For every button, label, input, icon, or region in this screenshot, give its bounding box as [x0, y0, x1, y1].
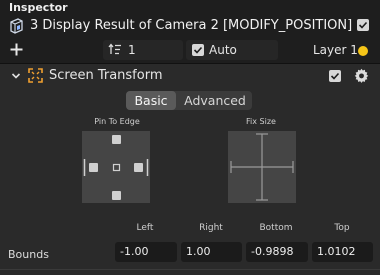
- toolbar: 1 Auto Layer 1: [0, 38, 380, 62]
- check-icon: [358, 21, 368, 29]
- node-name: 3 Display Result of Camera 2 [MODIFY_POS…: [30, 18, 353, 33]
- bounds-label: Bounds: [8, 248, 49, 261]
- pin-bottom-handle[interactable]: [112, 191, 121, 200]
- screen-transform-icon: [28, 68, 43, 83]
- bounds-right-header: Right: [199, 223, 223, 233]
- tab-basic[interactable]: Basic: [126, 91, 176, 110]
- bounds-left-input[interactable]: -1.00: [115, 242, 177, 262]
- check-icon: [330, 72, 340, 80]
- bounds-bottom-input[interactable]: -0.9898: [246, 242, 308, 262]
- node-enabled-checkbox[interactable]: [357, 19, 369, 31]
- pin-to-edge-label: Pin To Edge: [94, 117, 140, 126]
- layer-label[interactable]: Layer 1: [313, 43, 358, 57]
- bounds-top-input[interactable]: 1.0102: [312, 242, 373, 262]
- screen-transform-section: Screen Transform Basic Advanced Pin To E…: [0, 64, 380, 275]
- bounds-top-header: Top: [334, 223, 350, 233]
- section-title: Screen Transform: [49, 68, 163, 83]
- divider: [0, 269, 380, 270]
- section-enabled-checkbox[interactable]: [329, 70, 341, 82]
- pin-to-edge-widget[interactable]: [82, 131, 150, 203]
- tab-advanced[interactable]: Advanced: [178, 91, 252, 110]
- auto-label: Auto: [209, 43, 237, 57]
- panel-title: Inspector: [9, 1, 68, 14]
- render-order-field[interactable]: 1: [103, 40, 183, 60]
- auto-toggle[interactable]: Auto: [186, 40, 278, 60]
- auto-checkbox[interactable]: [192, 44, 204, 56]
- pin-center-handle[interactable]: [112, 163, 121, 172]
- fix-size-widget[interactable]: [228, 131, 296, 203]
- object-icon: [9, 17, 24, 34]
- layer-color-indicator[interactable]: [358, 46, 368, 56]
- check-icon: [193, 46, 203, 54]
- sort-order-icon: [108, 43, 122, 56]
- chevron-down-icon[interactable]: [11, 70, 21, 80]
- pin-top-handle[interactable]: [112, 135, 121, 144]
- fix-size-label: Fix Size: [246, 117, 276, 126]
- render-order-value: 1: [128, 43, 136, 57]
- pin-left-handle[interactable]: [89, 163, 98, 172]
- pin-right-handle[interactable]: [134, 163, 143, 172]
- bounds-left-header: Left: [136, 223, 154, 233]
- gear-icon[interactable]: [354, 68, 369, 83]
- node-title-row: 3 Display Result of Camera 2 [MODIFY_POS…: [0, 14, 380, 38]
- mode-tabs: Basic Advanced: [126, 91, 252, 110]
- bounds-right-input[interactable]: 1.00: [181, 242, 242, 262]
- plus-icon[interactable]: [10, 38, 23, 61]
- bounds-bottom-header: Bottom: [259, 223, 293, 233]
